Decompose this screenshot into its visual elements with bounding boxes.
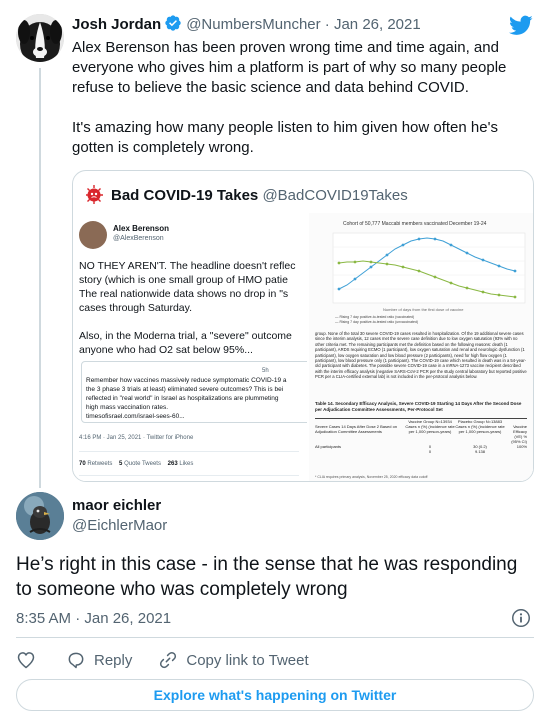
divider [79, 475, 299, 476]
action-bar: Reply Copy link to Tweet [16, 648, 309, 672]
link-icon [160, 651, 177, 669]
table-cell: Cases n (%) (incidence rate per 1,000 pe… [405, 424, 455, 434]
likes-count: 263 [167, 461, 178, 467]
reply-text: He’s right in this case - in the sense t… [16, 554, 518, 600]
thread-connector-line [39, 68, 41, 488]
screenshot-tweet-body: NO THEY AREN'T. The headline doesn't ref… [79, 260, 296, 356]
copy-link-button[interactable]: Copy link to Tweet [158, 650, 309, 670]
tweet-paragraph-2: It's amazing how many people listen to h… [72, 119, 498, 156]
quoted-tweet-image[interactable]: Alex Berenson @AlexBerenson NO THEY AREN… [73, 213, 533, 481]
reply-timestamp[interactable]: 8:35 AM · Jan 26, 2021 [16, 610, 171, 627]
line-chart [332, 232, 526, 304]
dog-avatar-icon [16, 14, 64, 62]
like-button[interactable] [16, 650, 36, 670]
reply-label: Reply [94, 651, 133, 669]
tweet-header: Josh Jordan @NumbersMuncher · Jan 26, 202… [72, 14, 421, 38]
table-row: Severe Cases 14 Days After Dose 2 Based … [315, 424, 527, 444]
screenshot-quoted-card: 5h Remember how vaccines massively reduc… [81, 361, 307, 423]
screenshot-card-text: Remember how vaccines massively reduce s… [86, 377, 287, 420]
table-cell: Cases n (%) (incidence rate per 1,000 pe… [455, 424, 505, 434]
separator: · [324, 16, 330, 33]
table-cell: Severe Cases 14 Days After Dose 2 Based … [315, 424, 398, 434]
paper-footnote: * CLIA requires primary analysis, Novemb… [315, 475, 428, 479]
quoted-author-name: Bad COVID-19 Takes [111, 187, 259, 204]
copy-link-label: Copy link to Tweet [186, 651, 309, 669]
author-avatar[interactable] [16, 14, 64, 62]
reply-author-avatar[interactable] [16, 492, 64, 540]
paper-table: Vaccine Group N=13934 Placebo Group N=13… [315, 418, 527, 454]
chart-title: Cohort of 50,777 Maccabi members vaccina… [343, 221, 487, 227]
verified-badge-icon [164, 14, 182, 38]
chart-legend: — Rising 7 day positive-to-tested ratio … [335, 315, 419, 324]
quotes-count: 5 [119, 461, 123, 467]
bird-avatar-icon [16, 492, 64, 540]
screenshot-author-handle: @AlexBerenson [113, 235, 164, 242]
screenshot-stats: 70 Retweets 5 Quote Tweets 263 Likes [79, 461, 193, 467]
likes-label: Likes [179, 461, 194, 467]
screenshot-meta: 4:16 PM · Jan 25, 2021 · Twitter for iPh… [79, 435, 194, 441]
tweet-text: Alex Berenson has been proven wrong time… [72, 38, 536, 178]
heart-icon [17, 652, 35, 669]
quoted-tweet[interactable]: Bad COVID-19 Takes @BadCOVID19Takes Alex… [72, 170, 534, 482]
author-name[interactable]: Josh Jordan [72, 16, 161, 33]
reply-button[interactable]: Reply [66, 650, 132, 670]
quotes-label: Quote Tweets [124, 461, 161, 467]
table-cell [315, 449, 405, 454]
table-cell [505, 449, 527, 454]
screenshot-card-time: 5h [262, 368, 269, 374]
reply-author-name[interactable]: maor eichler [72, 496, 161, 516]
screenshot-author-name: Alex Berenson [113, 224, 170, 233]
table-cell: 9.138 [474, 449, 485, 454]
screenshot-tweet: Alex Berenson @AlexBerenson NO THEY AREN… [73, 213, 307, 481]
chart-x-caption: Number of days from the first dose of va… [383, 307, 464, 312]
reply-bubble-icon [68, 652, 84, 669]
tweet-date[interactable]: Jan 26, 2021 [334, 16, 421, 33]
explore-button[interactable]: Explore what's happening on Twitter [16, 679, 534, 711]
info-icon[interactable] [510, 607, 532, 629]
divider [16, 637, 534, 638]
table-cell: 0 [428, 449, 432, 454]
paper-table-title: Table 14. Secondary Efficacy Analysis, S… [315, 401, 522, 412]
paper-excerpt: group. None of the total 30 severe COVID… [315, 331, 527, 380]
tweet-paragraph-1: Alex Berenson has been proven wrong time… [72, 39, 507, 96]
quoted-author-handle: @BadCOVID19Takes [262, 187, 408, 204]
quoted-tweet-header: Bad COVID-19 Takes @BadCOVID19Takes [83, 183, 408, 206]
author-handle[interactable]: @NumbersMuncher [186, 16, 320, 33]
retweets-count: 70 [79, 461, 86, 467]
virus-avatar-icon [83, 183, 105, 205]
screenshot-author-avatar [79, 221, 107, 249]
table-cell: Vaccine Efficacy (VE) % (95% CI) [511, 424, 527, 444]
screenshot-chart-and-paper: Cohort of 50,777 Maccabi members vaccina… [309, 213, 533, 481]
retweets-label: Retweets [87, 461, 113, 467]
table-row: 0 9.138 [315, 449, 527, 454]
divider [79, 451, 299, 452]
reply-author-handle[interactable]: @EichlerMaor [72, 516, 167, 536]
